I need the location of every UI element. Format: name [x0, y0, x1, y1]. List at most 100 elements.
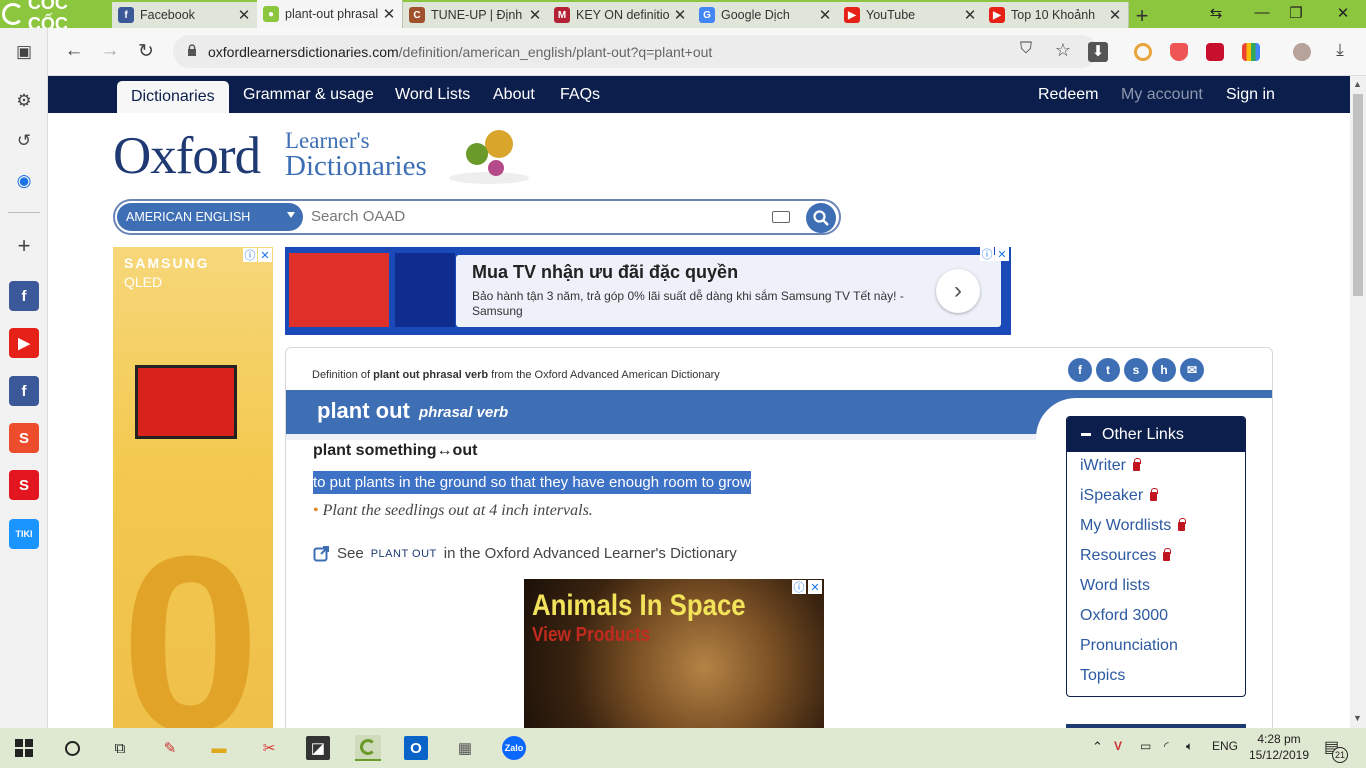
tab-close-icon[interactable]: ✕: [816, 6, 834, 24]
facebook-app-icon[interactable]: f: [9, 376, 39, 406]
other-link-item[interactable]: iSpeaker: [1080, 487, 1159, 505]
ad-close-icon[interactable]: ✕: [808, 580, 822, 594]
nav-redeem[interactable]: Redeem: [1038, 76, 1098, 113]
nav-my-account[interactable]: My account: [1121, 76, 1203, 113]
browser-tab[interactable]: ● plant-out phrasal ✕: [257, 0, 403, 28]
tab-close-icon[interactable]: ✕: [526, 6, 544, 24]
shopee-app-icon[interactable]: S: [9, 423, 39, 453]
forward-button[interactable]: →: [98, 40, 122, 62]
volume-icon[interactable]: 🔈︎: [1186, 739, 1193, 754]
browser-tab[interactable]: ▶ YouTube ✕: [838, 2, 984, 28]
nav-grammar-usage[interactable]: Grammar & usage: [243, 76, 374, 113]
ad-info-icon[interactable]: ⓘ: [243, 248, 257, 262]
facebook-app-icon[interactable]: f: [9, 281, 39, 311]
unikey-icon[interactable]: V: [1114, 739, 1122, 753]
settings-gear-icon[interactable]: ⚙: [9, 86, 39, 116]
facebook-share-icon[interactable]: f: [1068, 358, 1092, 382]
paint-app-icon[interactable]: ✎: [158, 736, 182, 760]
task-view-icon[interactable]: ⧉: [108, 736, 132, 760]
system-clock[interactable]: 4:28 pm 15/12/2019: [1246, 731, 1312, 763]
nav-sign-in[interactable]: Sign in: [1226, 76, 1275, 113]
language-indicator[interactable]: ENG: [1212, 739, 1238, 753]
profile-avatar[interactable]: [1293, 43, 1311, 61]
downloads-icon[interactable]: ⤓: [1328, 40, 1352, 60]
tab-close-icon[interactable]: ✕: [235, 6, 253, 24]
search-circle-icon[interactable]: [60, 736, 84, 760]
url-bar[interactable]: oxfordlearnersdictionaries.com/definitio…: [173, 35, 1098, 68]
outlook-icon[interactable]: O: [404, 736, 428, 760]
show-hidden-icons[interactable]: ⌃: [1092, 739, 1103, 755]
page-scrollbar[interactable]: ▲ ▼: [1350, 76, 1366, 728]
ad-close-icon[interactable]: ✕: [995, 247, 1009, 261]
top-ad-banner[interactable]: Mua TV nhận ưu đãi đặc quyền Bảo hành tậ…: [285, 247, 1011, 335]
browser-tab[interactable]: f Facebook ✕: [112, 2, 258, 28]
browser-tab[interactable]: ▶ Top 10 Khoảnh ✕: [983, 2, 1129, 28]
reload-button[interactable]: ↻: [134, 40, 158, 63]
nav-about[interactable]: About: [493, 76, 535, 113]
other-link-item[interactable]: iWriter: [1080, 457, 1141, 475]
tiki-app-icon[interactable]: TIKI: [9, 519, 39, 549]
stumbleupon-share-icon[interactable]: s: [1124, 358, 1148, 382]
bottom-ad-banner[interactable]: Animals In Space View Products ⓘ ✕: [524, 579, 824, 728]
snipping-tool-icon[interactable]: ✂: [257, 736, 281, 760]
extension-red-icon[interactable]: [1206, 43, 1224, 61]
other-link-item[interactable]: Word lists: [1080, 577, 1150, 595]
sendo-app-icon[interactable]: S: [9, 470, 39, 500]
file-explorer-icon[interactable]: ▬: [207, 736, 231, 760]
battery-icon[interactable]: ▭: [1140, 739, 1151, 753]
browser-tab[interactable]: M KEY ON definitio ✕: [548, 2, 694, 28]
see-link-word[interactable]: plant out: [371, 548, 437, 560]
left-ad-banner[interactable]: SAMSUNG QLED 0 ⓘ ✕: [113, 247, 273, 728]
scroll-down-icon[interactable]: ▼: [1353, 713, 1362, 723]
other-link-item[interactable]: Pronunciation: [1080, 637, 1178, 655]
add-app-icon[interactable]: +: [9, 231, 39, 261]
browser-tab[interactable]: C TUNE-UP | Định ✕: [403, 2, 549, 28]
game-app-icon[interactable]: ▦: [453, 736, 477, 760]
hatena-share-icon[interactable]: h: [1152, 358, 1176, 382]
other-link-item[interactable]: Oxford 3000: [1080, 607, 1168, 625]
sticky-notes-icon[interactable]: ◪: [306, 736, 330, 760]
dictionary-select[interactable]: AMERICAN ENGLISH: [117, 203, 303, 231]
sidebar-toggle-icon[interactable]: ▣: [9, 37, 39, 67]
search-input[interactable]: Search OAAD: [311, 208, 405, 225]
new-tab-button[interactable]: +: [1132, 3, 1152, 29]
scroll-up-icon[interactable]: ▲: [1353, 79, 1362, 89]
tab-close-icon[interactable]: ✕: [961, 6, 979, 24]
back-button[interactable]: ←: [62, 40, 86, 62]
see-also-link[interactable]: See plant out in the Oxford Advanced Lea…: [313, 545, 737, 562]
minimize-button[interactable]: —: [1252, 4, 1272, 21]
search-button[interactable]: [806, 203, 836, 233]
other-link-item[interactable]: Resources: [1080, 547, 1172, 565]
close-window-button[interactable]: ✕: [1333, 4, 1353, 22]
twitter-share-icon[interactable]: t: [1096, 358, 1120, 382]
other-links-header[interactable]: Other Links: [1067, 417, 1245, 452]
maximize-button[interactable]: ❐: [1286, 4, 1306, 22]
zalo-icon[interactable]: Zalo: [502, 736, 526, 760]
tab-close-icon[interactable]: ✕: [380, 5, 398, 23]
nav-dictionaries[interactable]: Dictionaries: [117, 81, 229, 113]
windows-start-icon[interactable]: [12, 736, 36, 760]
tab-strip-menu-icon[interactable]: ⇆: [1206, 4, 1226, 22]
ad-info-icon[interactable]: ⓘ: [980, 247, 994, 261]
scrollbar-thumb[interactable]: [1353, 94, 1363, 296]
browser-tab[interactable]: G Google Dịch ✕: [693, 2, 839, 28]
nav-word-lists[interactable]: Word Lists: [395, 76, 470, 113]
tab-close-icon[interactable]: ✕: [671, 6, 689, 24]
extension-colorful-icon[interactable]: [1242, 43, 1260, 61]
bookmark-star-icon[interactable]: ☆: [1051, 40, 1075, 61]
shield-icon[interactable]: ⛉: [1014, 40, 1038, 58]
keyboard-icon[interactable]: [772, 211, 790, 223]
ad-close-icon[interactable]: ✕: [258, 248, 272, 262]
tab-close-icon[interactable]: ✕: [1106, 6, 1124, 24]
extension-coccoc-icon[interactable]: [1134, 43, 1152, 61]
nav-faqs[interactable]: FAQs: [560, 76, 600, 113]
download-page-icon[interactable]: ⬇: [1088, 42, 1108, 62]
youtube-app-icon[interactable]: ▶: [9, 328, 39, 358]
coccoc-logo[interactable]: CỐC CỐC: [0, 0, 112, 34]
other-link-item[interactable]: My Wordlists: [1080, 517, 1187, 535]
coccoc-taskbar-icon[interactable]: [355, 735, 381, 761]
messenger-icon[interactable]: ◉: [9, 166, 39, 196]
wifi-icon[interactable]: ◜: [1164, 739, 1169, 753]
ad-arrow-button[interactable]: ›: [936, 269, 980, 313]
other-link-item[interactable]: Topics: [1080, 667, 1125, 685]
